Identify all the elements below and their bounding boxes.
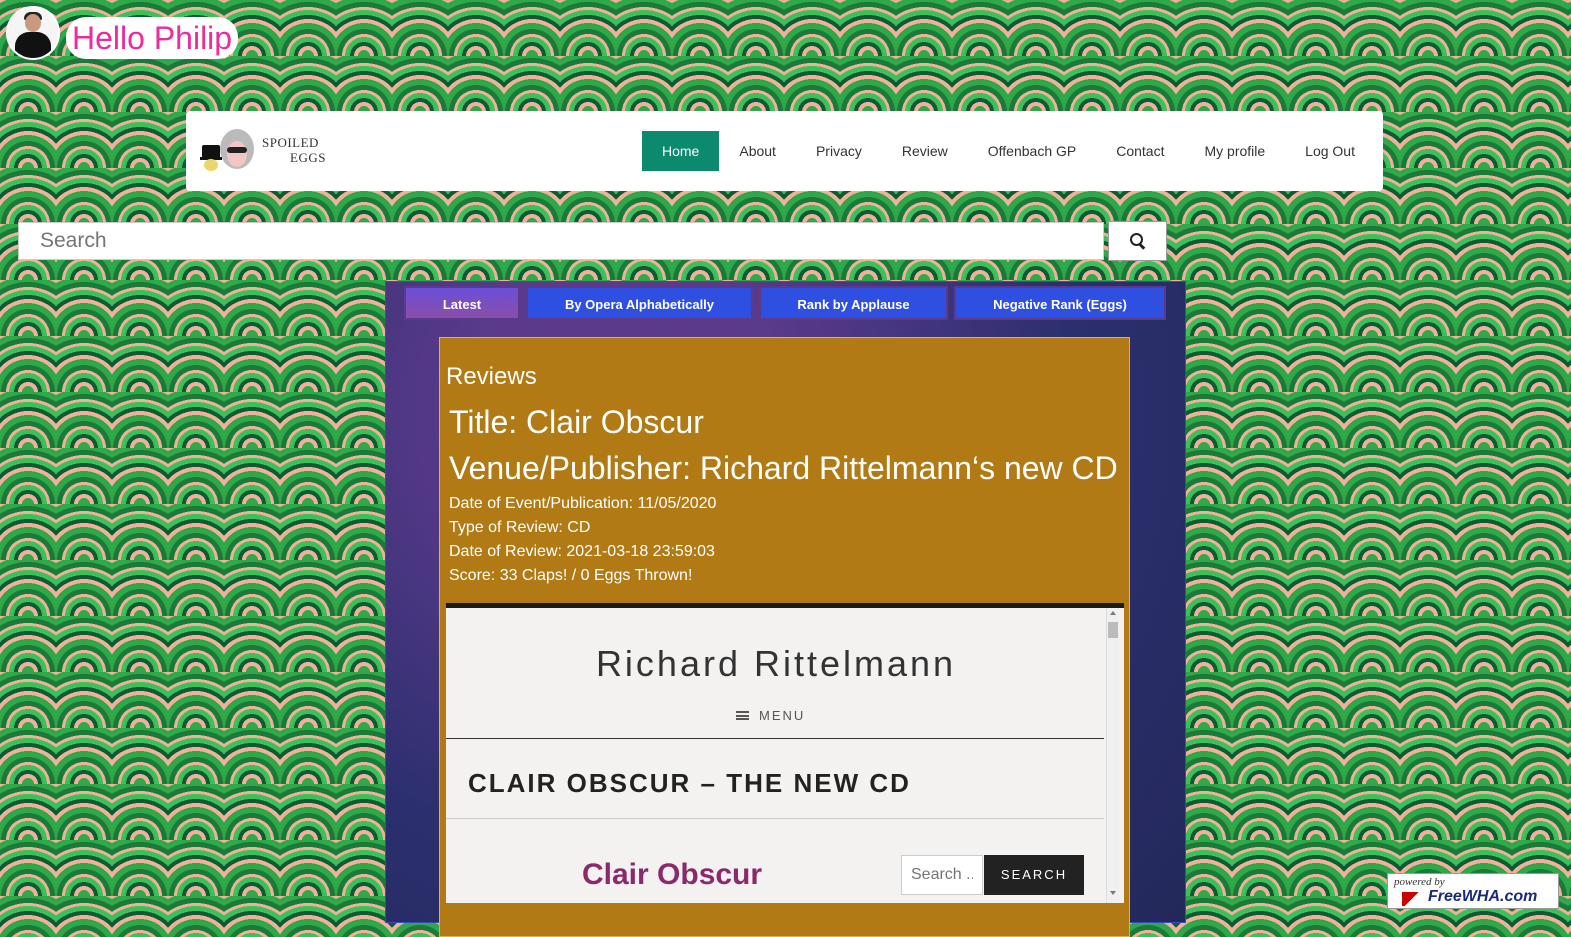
scroll-up-icon[interactable]	[1110, 611, 1116, 615]
tab-rank-by-applause[interactable]: Rank by Applause	[759, 286, 948, 320]
divider	[446, 818, 1104, 819]
embedded-site-title[interactable]: Richard Rittelmann	[446, 643, 1106, 685]
logo-mask	[227, 147, 247, 153]
nav-item-privacy[interactable]: Privacy	[796, 131, 882, 171]
review-venue: Venue/Publisher: Richard Rittelmann‘s ne…	[449, 450, 1118, 486]
search-icon	[1129, 233, 1146, 250]
embedded-site-frame[interactable]: Richard Rittelmann MENU CLAIR OBSCUR – T…	[446, 603, 1124, 903]
nav-menu: Home About Privacy Review Offenbach GP C…	[642, 131, 1375, 171]
nav-item-about[interactable]: About	[719, 131, 796, 171]
embedded-search-input[interactable]	[901, 855, 983, 895]
tab-negative-rank[interactable]: Negative Rank (Eggs)	[954, 286, 1166, 320]
avatar-head	[25, 14, 41, 32]
divider	[446, 738, 1104, 739]
review-tabs: Latest By Opera Alphabetically Rank by A…	[404, 286, 1166, 320]
nav-item-offenbach-gp[interactable]: Offenbach GP	[968, 131, 1096, 171]
search-button[interactable]	[1108, 221, 1167, 261]
tab-latest[interactable]: Latest	[404, 286, 520, 320]
nav-item-review[interactable]: Review	[882, 131, 968, 171]
review-type: Type of Review: CD	[449, 519, 591, 536]
frame-scrollbar[interactable]	[1106, 608, 1119, 903]
embedded-search-button[interactable]: SEARCH	[984, 855, 1084, 895]
review-card: Reviews Title: Clair Obscur Venue/Publis…	[439, 337, 1130, 937]
powered-by-label: powered by	[1394, 876, 1445, 888]
embedded-menu-label: MENU	[759, 708, 806, 723]
greeting: Hello Philip	[66, 17, 239, 59]
reviews-panel: Latest By Opera Alphabetically Rank by A…	[385, 281, 1186, 937]
embedded-menu-toggle[interactable]: MENU	[736, 708, 805, 723]
nav-item-log-out[interactable]: Log Out	[1285, 131, 1375, 171]
logo-face-small	[204, 159, 218, 171]
hamburger-icon	[736, 711, 749, 720]
tab-by-opera-alphabetically[interactable]: By Opera Alphabetically	[526, 286, 753, 320]
review-title: Title: Clair Obscur	[449, 404, 704, 440]
user-avatar[interactable]	[8, 8, 58, 58]
avatar-body	[15, 32, 51, 58]
scroll-thumb[interactable]	[1108, 622, 1118, 638]
powered-by-brand: FreeWHA.com	[1428, 888, 1538, 905]
scroll-down-icon[interactable]	[1110, 891, 1116, 895]
powered-by-badge[interactable]: powered by FreeWHA.com	[1387, 873, 1559, 909]
review-date-event: Date of Event/Publication: 11/05/2020	[449, 495, 717, 512]
top-navbar: SPOILED EGGS Home About Privacy Review O…	[186, 111, 1383, 191]
nav-item-contact[interactable]: Contact	[1096, 131, 1184, 171]
search-input[interactable]	[18, 222, 1104, 260]
nav-item-home[interactable]: Home	[642, 131, 720, 171]
logo-face	[227, 141, 247, 167]
logo-text-line1: SPOILED	[262, 135, 319, 150]
embedded-post-title: CLAIR OBSCUR – THE NEW CD	[468, 768, 911, 798]
reviews-heading: Reviews	[446, 363, 537, 390]
site-logo[interactable]: SPOILED EGGS	[200, 125, 340, 177]
logo-text-line2: EGGS	[290, 150, 326, 165]
nav-item-my-profile[interactable]: My profile	[1184, 131, 1285, 171]
embedded-subheading: Clair Obscur	[582, 858, 763, 891]
arrow-icon	[1402, 892, 1422, 906]
review-date-review: Date of Review: 2021-03-18 23:59:03	[449, 543, 715, 560]
review-score: Score: 33 Claps! / 0 Eggs Thrown!	[449, 567, 693, 584]
